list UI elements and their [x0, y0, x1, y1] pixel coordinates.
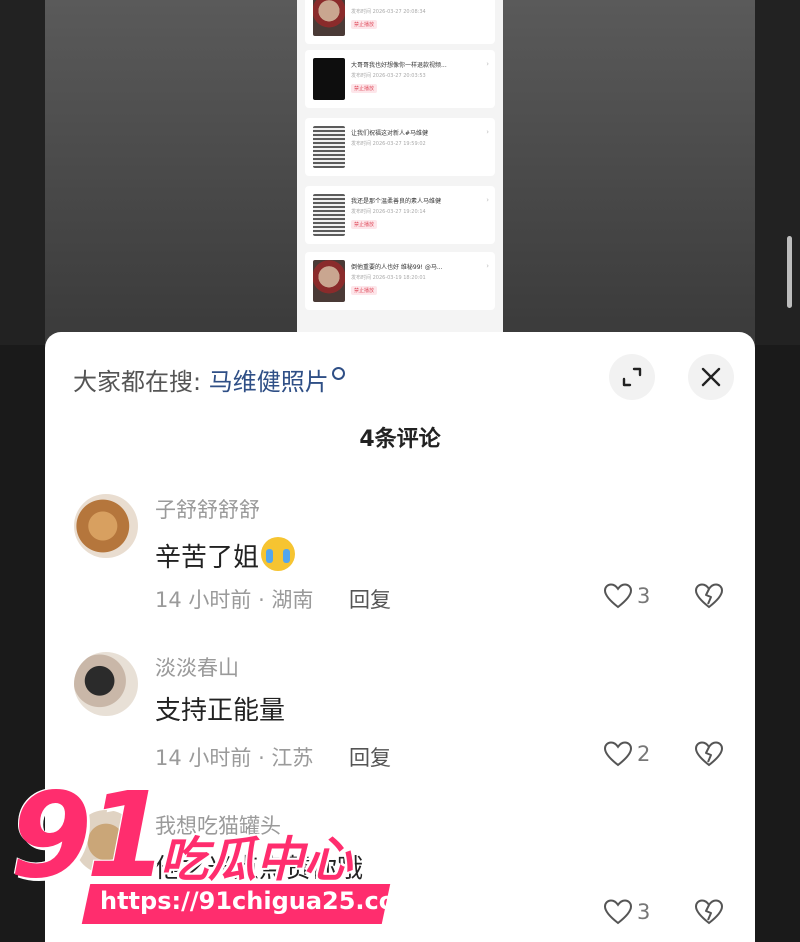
heart-icon	[603, 583, 633, 609]
preview-card: 我还是那个温柔善良的素人马维健 发布时间 2026-03-27 19:20:14…	[305, 186, 495, 244]
comment-text: 辛苦了姐	[155, 543, 260, 573]
preview-card: 发布时间 2026-03-27 20:08:34 禁止播放	[305, 0, 495, 44]
search-suggestion[interactable]: 大家都在搜: 马维健照片	[73, 362, 345, 397]
avatar[interactable]	[74, 494, 138, 558]
broken-heart-icon	[694, 741, 724, 767]
comment-username[interactable]: 子舒舒舒舒	[155, 494, 260, 524]
comment-item: 子舒舒舒舒 辛苦了姐 14 小时前 · 湖南 回复 3	[45, 494, 755, 644]
broken-heart-icon	[694, 583, 724, 609]
close-icon	[701, 367, 721, 387]
like-button[interactable]: 2	[603, 740, 650, 768]
card-tag: 禁止播放	[351, 84, 378, 93]
video-area: 发布时间 2026-03-27 20:08:34 禁止播放 大哥哥我也好想像你一…	[0, 0, 800, 345]
chevron-right-icon: ›	[486, 262, 489, 270]
card-title: 我还是那个温柔善良的素人马维健	[351, 198, 442, 205]
crying-emoji-icon	[261, 537, 296, 571]
card-meta: 发布时间 2026-03-27 19:59:02	[351, 141, 426, 147]
chevron-right-icon: ›	[486, 128, 489, 136]
card-tag: 禁止播放	[351, 220, 378, 229]
like-count: 2	[637, 742, 651, 766]
heart-icon	[603, 899, 633, 925]
card-meta: 发布时间 2026-03-27 20:08:34	[351, 9, 426, 15]
search-icon	[331, 367, 345, 380]
card-meta: 发布时间 2026-03-27 19:20:14	[351, 209, 426, 215]
like-count: 3	[637, 584, 651, 608]
card-title: 大哥哥我也好想像你一样退款视频...	[351, 62, 447, 69]
video-preview-screenshot: 发布时间 2026-03-27 20:08:34 禁止播放 大哥哥我也好想像你一…	[297, 0, 503, 332]
thumbnail-image	[313, 194, 345, 236]
card-meta: 发布时间 2026-03-27 20:03:53	[351, 73, 426, 79]
search-prefix: 大家都在搜:	[73, 368, 202, 396]
close-button[interactable]	[688, 354, 734, 400]
comment-item: 淡淡春山 支持正能量 14 小时前 · 江苏 回复 2	[45, 652, 755, 802]
broken-heart-icon	[694, 899, 724, 925]
avatar[interactable]	[74, 810, 138, 874]
heart-icon	[603, 741, 633, 767]
card-tag: 禁止播放	[351, 286, 378, 295]
dislike-button[interactable]	[694, 740, 724, 772]
comment-item: 我想吃猫罐头 他之光点点赞你哦 3	[45, 810, 755, 942]
like-button[interactable]: 3	[603, 898, 650, 926]
avatar[interactable]	[74, 652, 138, 716]
preview-card: 倒他重要的人也好 维秘99! @马... 发布时间 2026-03-19 18:…	[305, 252, 495, 310]
comment-username[interactable]: 我想吃猫罐头	[155, 810, 281, 840]
expand-button[interactable]	[609, 354, 655, 400]
dislike-button[interactable]	[694, 582, 724, 614]
comment-content: 辛苦了姐	[155, 532, 296, 574]
chevron-right-icon: ›	[486, 196, 489, 204]
scrollbar-handle[interactable]	[787, 236, 792, 308]
card-tag: 禁止播放	[351, 20, 378, 29]
search-term-link[interactable]: 马维健照片	[209, 368, 329, 396]
comment-username[interactable]: 淡淡春山	[155, 652, 239, 682]
comment-content: 他之光点点赞你哦	[155, 854, 364, 884]
like-count: 3	[637, 900, 651, 924]
preview-card: 大哥哥我也好想像你一样退款视频... 发布时间 2026-03-27 20:03…	[305, 50, 495, 108]
card-meta: 发布时间 2026-03-19 18:20:01	[351, 275, 426, 281]
reply-button[interactable]: 回复	[349, 742, 391, 772]
chevron-right-icon: ›	[486, 60, 489, 68]
reply-button[interactable]: 回复	[349, 584, 391, 614]
preview-card: 让我们祝福这对新人#马维健 发布时间 2026-03-27 19:59:02 ›	[305, 118, 495, 176]
card-title: 倒他重要的人也好 维秘99! @马...	[351, 264, 443, 271]
dislike-button[interactable]	[694, 898, 724, 930]
comment-content: 支持正能量	[155, 696, 286, 726]
thumbnail-image	[313, 58, 345, 100]
comment-meta: 14 小时前 · 江苏	[155, 746, 314, 770]
thumbnail-image	[313, 126, 345, 168]
comment-count-title: 4条评论	[359, 427, 441, 452]
like-button[interactable]: 3	[603, 582, 650, 610]
comment-meta: 14 小时前 · 湖南	[155, 588, 314, 612]
thumbnail-image	[313, 260, 345, 302]
comment-sheet: 大家都在搜: 马维健照片 4条评论 子舒舒舒舒 辛苦了姐 14 小时前 · 湖南…	[45, 332, 755, 942]
expand-icon	[622, 367, 642, 387]
card-title: 让我们祝福这对新人#马维健	[351, 130, 429, 137]
thumbnail-image	[313, 0, 345, 36]
